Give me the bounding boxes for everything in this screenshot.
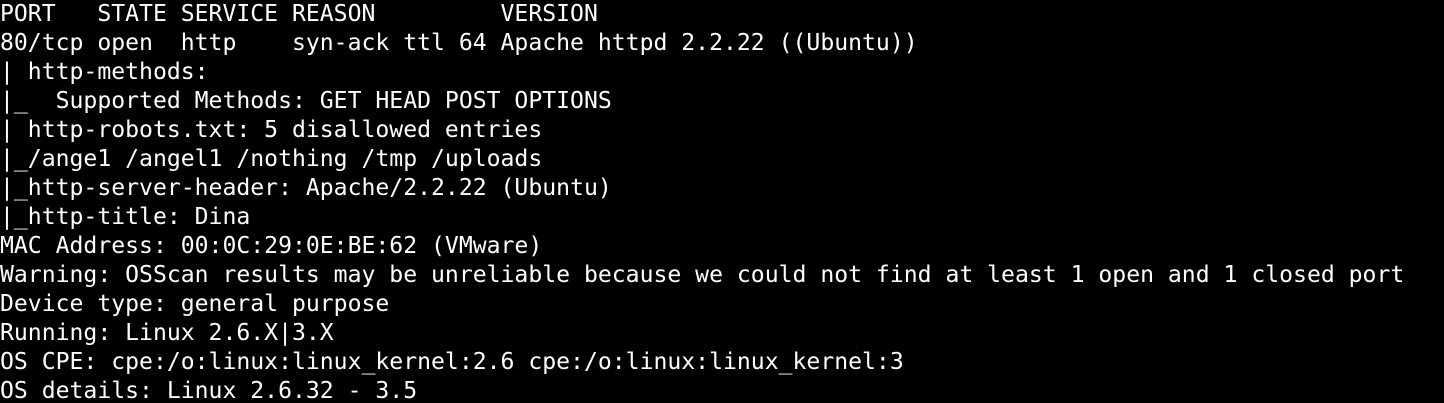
osscan-warning-line: Warning: OSScan results may be unreliabl…	[0, 262, 1405, 288]
http-title-line: |_http-title: Dina	[0, 204, 251, 230]
terminal-output: PORT STATE SERVICE REASON VERSION 80/tcp…	[0, 0, 1404, 403]
robots-entries-line: |_/ange1 /angel1 /nothing /tmp /uploads	[0, 146, 543, 172]
running-line: Running: Linux 2.6.X|3.X	[0, 320, 334, 346]
table-header-line: PORT STATE SERVICE REASON VERSION	[0, 1, 598, 27]
server-header-line: |_http-server-header: Apache/2.2.22 (Ubu…	[0, 175, 612, 201]
port-line: 80/tcp open http syn-ack ttl 64 Apache h…	[0, 30, 918, 56]
terminal-window[interactable]: PORT STATE SERVICE REASON VERSION 80/tcp…	[0, 0, 1444, 403]
supported-methods-line: |_ Supported Methods: GET HEAD POST OPTI…	[0, 88, 612, 114]
http-robots-line: | http-robots.txt: 5 disallowed entries	[0, 117, 557, 143]
mac-address-line: MAC Address: 00:0C:29:0E:BE:62 (VMware)	[0, 233, 543, 259]
os-cpe-line: OS CPE: cpe:/o:linux:linux_kernel:2.6 cp…	[0, 349, 904, 375]
os-details-line: OS details: Linux 2.6.32 - 3.5	[0, 378, 418, 403]
http-methods-line: | http-methods:	[0, 59, 223, 85]
device-type-line: Device type: general purpose	[0, 291, 390, 317]
